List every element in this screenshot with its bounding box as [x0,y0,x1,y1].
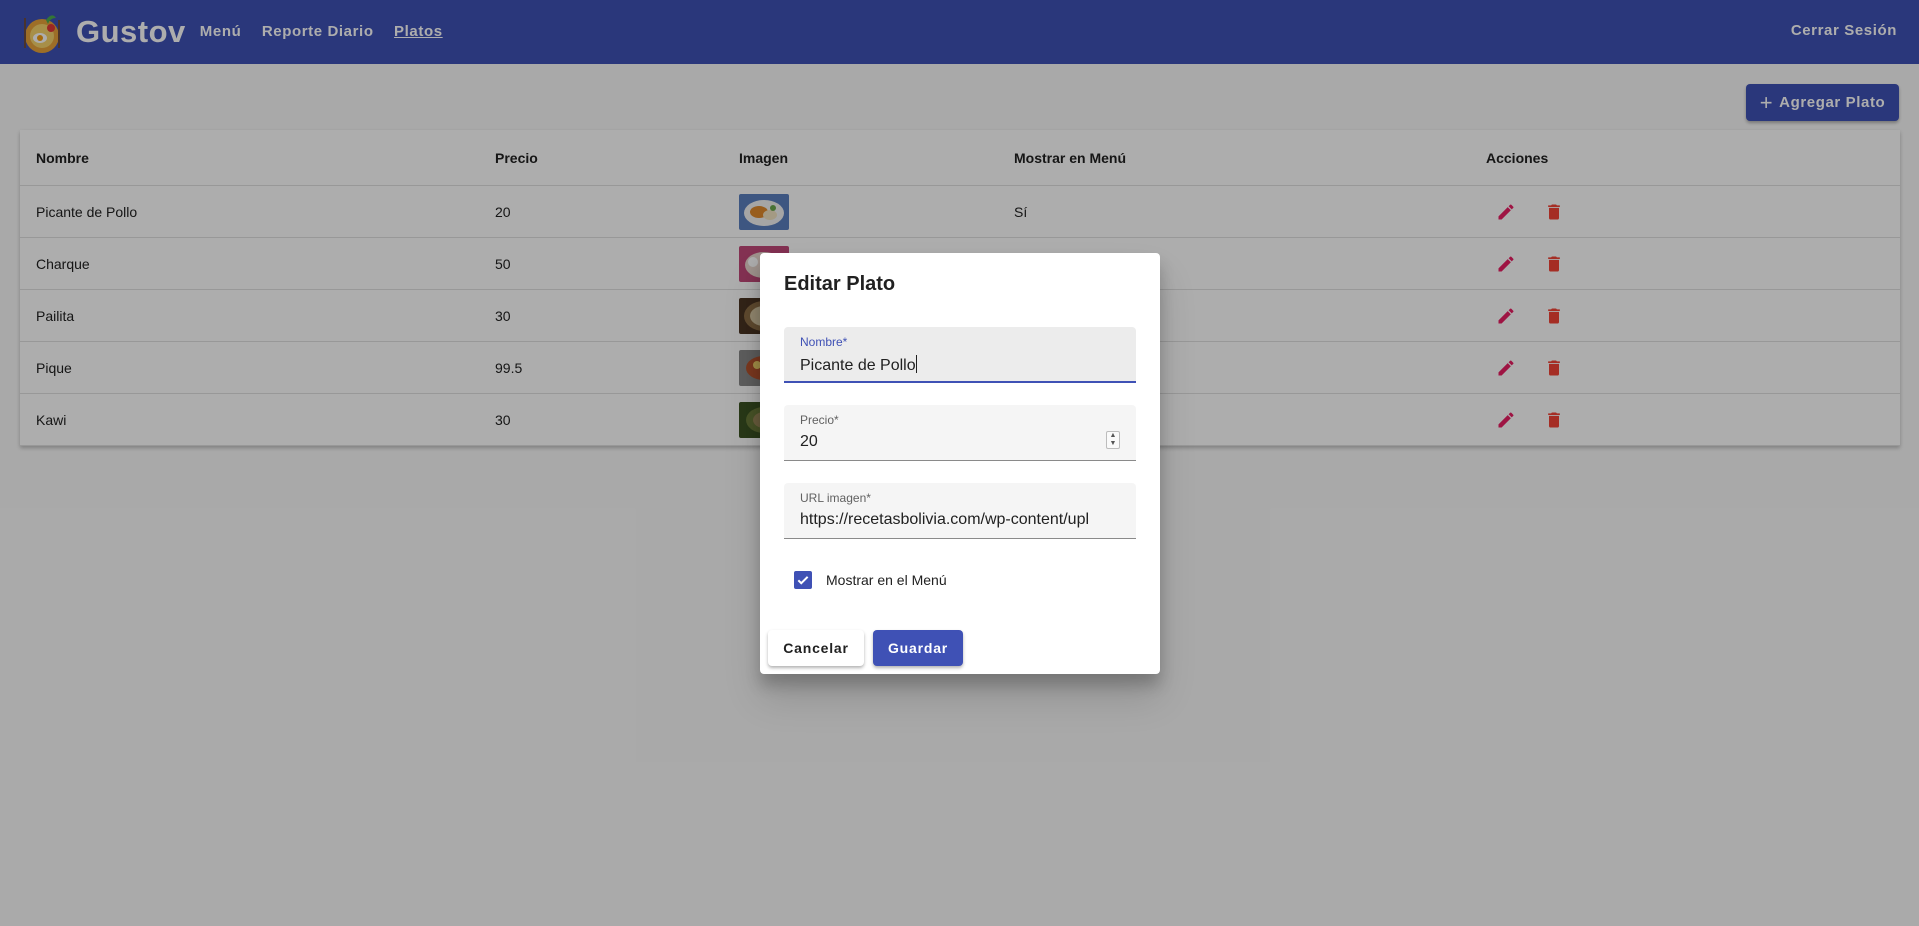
number-spinner[interactable]: ▲ ▼ [1106,431,1120,449]
edit-plato-dialog: Editar Plato Nombre* Picante de Pollo Pr… [760,253,1160,674]
nombre-label: Nombre* [800,335,848,349]
text-caret [915,355,917,373]
mostrar-menu-checkbox-row[interactable]: Mostrar en el Menú [794,571,947,589]
cancel-button[interactable]: Cancelar [768,630,864,666]
mostrar-menu-label: Mostrar en el Menú [826,572,947,588]
precio-input[interactable]: 20 [800,433,1125,451]
url-imagen-label: URL imagen* [800,491,871,505]
url-imagen-input[interactable]: https://recetasbolivia.com/wp-content/up… [800,511,1125,529]
nombre-field[interactable]: Nombre* Picante de Pollo [784,327,1136,383]
check-icon [797,576,809,585]
precio-label: Precio* [800,413,839,427]
url-imagen-field[interactable]: URL imagen* https://recetasbolivia.com/w… [784,483,1136,539]
chevron-up-icon[interactable]: ▲ [1110,432,1117,440]
dialog-title: Editar Plato [784,273,896,295]
precio-field[interactable]: Precio* 20 ▲ ▼ [784,405,1136,461]
chevron-down-icon[interactable]: ▼ [1110,440,1117,448]
mostrar-menu-checkbox[interactable] [794,571,812,589]
nombre-input[interactable]: Picante de Pollo [800,355,1125,375]
nombre-value: Picante de Pollo [800,357,916,374]
save-button[interactable]: Guardar [873,630,963,666]
